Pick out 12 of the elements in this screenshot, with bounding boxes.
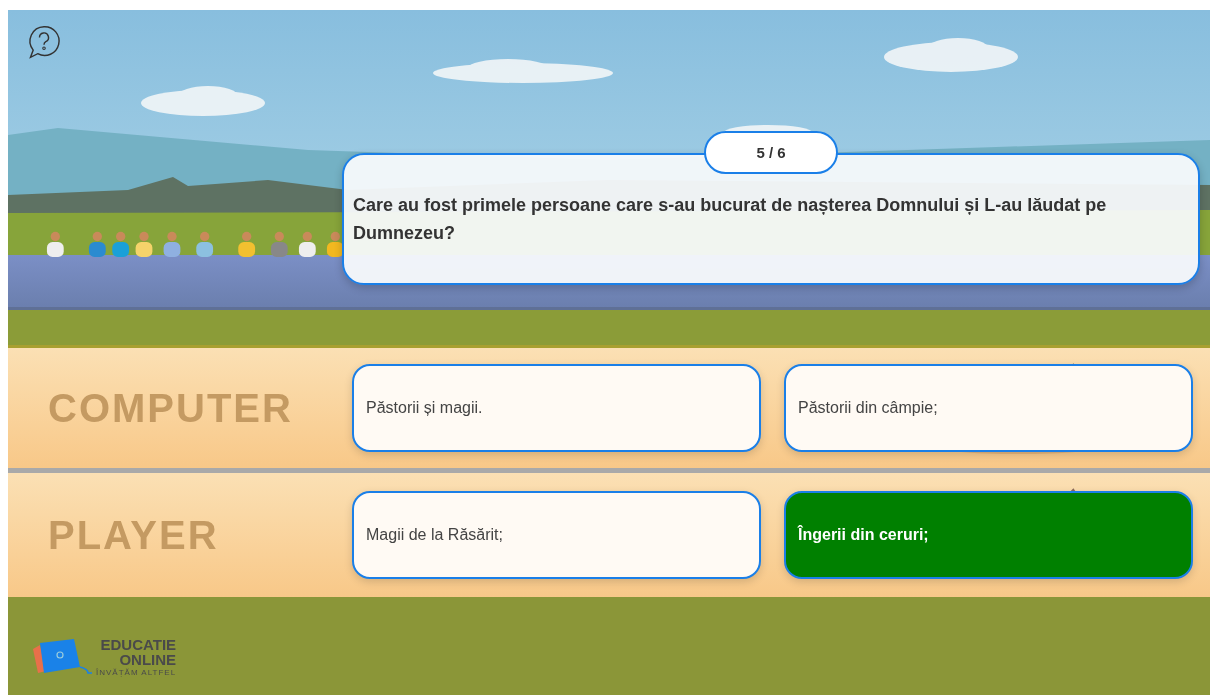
answer-button[interactable]: Magii de la Răsărit;	[352, 491, 761, 579]
logo-tagline: ÎNVĂȚĂM ALTFEL	[96, 669, 177, 677]
logo-title: ONLINE	[119, 652, 177, 667]
lane-label: COMPUTER	[48, 385, 293, 431]
help-icon[interactable]	[26, 24, 62, 60]
progress-badge: 5 / 6	[704, 131, 838, 174]
question-text: Care au fost primele persoane care s-au bucurat de nașterea Domnului și L-au lăudat pe Dumnezeu?	[353, 194, 1108, 245]
lane-label: PLAYER	[48, 512, 219, 558]
logo-title: EDUCATIE	[100, 637, 177, 652]
answer-button[interactable]: Păstorii și magii.	[352, 364, 761, 452]
answer-button[interactable]: Păstorii din câmpie;	[784, 364, 1193, 452]
answer-button[interactable]: Îngerii din ceruri;	[784, 491, 1193, 579]
